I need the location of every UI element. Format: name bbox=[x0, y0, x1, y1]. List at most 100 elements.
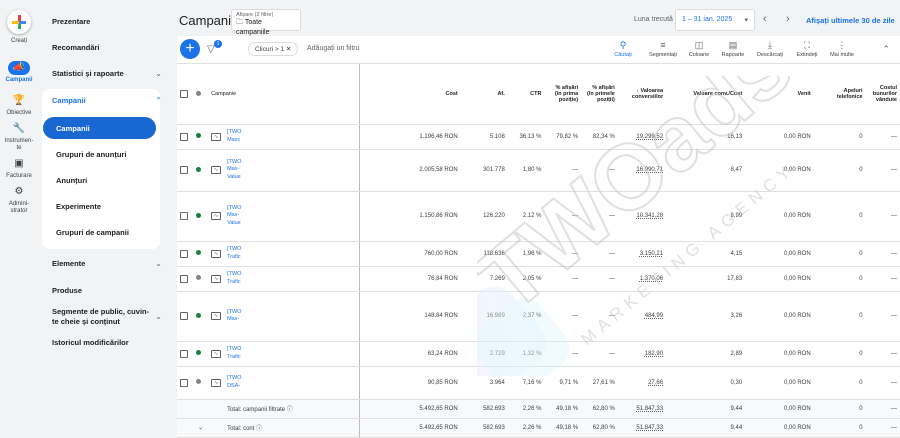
rail-item-tools[interactable]: 🔧 Instrumen- te bbox=[0, 122, 38, 152]
total-top-impr: 49,18 % bbox=[544, 399, 582, 419]
nav-item-overview[interactable]: Prezentare bbox=[52, 17, 162, 26]
nav-item-insights[interactable]: Statistici și rapoarte ⌄ bbox=[52, 69, 162, 78]
cell-conv-value-cost: 8,99 bbox=[666, 191, 746, 242]
cell-conv-value[interactable]: 16.990,71 bbox=[617, 149, 667, 192]
rail-item-billing[interactable]: ▣ Facturare bbox=[0, 157, 38, 180]
more-tool[interactable]: ⋮ Mai multe bbox=[822, 40, 862, 58]
sub-item-experiments[interactable]: Experimente bbox=[56, 202, 101, 211]
search-icon: ⚲ bbox=[619, 40, 627, 50]
cell-conv-value[interactable]: 1.370,06 bbox=[617, 266, 667, 292]
collapse-icon[interactable]: ⌃ bbox=[882, 44, 890, 55]
row-checkbox[interactable] bbox=[180, 378, 188, 387]
sub-item-ad-groups[interactable]: Grupuri de anunțuri bbox=[56, 150, 126, 159]
help-icon[interactable]: ⓘ bbox=[256, 426, 262, 432]
search-tool[interactable]: ⚲ Căutați bbox=[603, 40, 643, 58]
add-filter-input[interactable]: Adăugați un filtru bbox=[307, 45, 360, 52]
nav-item-campaigns-group[interactable]: Campanii ⌃ bbox=[52, 96, 162, 105]
col-abs-top-impr[interactable]: % afișări (în primele poziții) bbox=[581, 64, 618, 125]
credit-card-icon: ▣ bbox=[14, 158, 24, 169]
campaign-name-link[interactable]: [TWO DSA- bbox=[227, 375, 356, 389]
col-ctr[interactable]: CTR bbox=[507, 64, 545, 125]
rail-item-admin[interactable]: ⚙ Admini- strator bbox=[0, 185, 38, 215]
prev-period-icon[interactable]: ‹ bbox=[763, 13, 767, 25]
campaign-name-link[interactable]: [TWO Trafic bbox=[227, 346, 356, 360]
cell-conv-value[interactable]: 10.341,28 bbox=[617, 191, 667, 242]
row-checkbox[interactable] bbox=[180, 312, 188, 320]
table-row[interactable]: ∿ [TWO Trafic 760,00 RON 118.636 1,96 % — —3.1… bbox=[177, 241, 900, 267]
table-row[interactable]: ∿ [TWO Trafic 76,84 RON 7.269 2,05 % — —1.370,… bbox=[177, 266, 900, 292]
row-checkbox[interactable] bbox=[180, 212, 188, 220]
table-row[interactable]: ∿ [TWO DSA- 90,85 RON 3.964 7,16 % 9,71 % 27,6… bbox=[177, 366, 900, 400]
row-checkbox[interactable] bbox=[180, 166, 188, 174]
nav-item-audiences[interactable]: Segmente de public, cuvin- te cheie și c… bbox=[52, 307, 162, 327]
rail-item-goals[interactable]: 🏆 Obiective bbox=[0, 94, 38, 117]
campaign-name-link[interactable]: [TWO Max- Value bbox=[227, 205, 356, 226]
nav-item-assets[interactable]: Elemente ⌄ bbox=[52, 259, 162, 268]
campaign-name-link[interactable]: [TWO Maxc bbox=[227, 129, 356, 143]
col-phone-calls[interactable]: Apeluri telefonice bbox=[813, 64, 866, 125]
main-content: Campanii Afișare (2 filtre) 🗀 Toate camp… bbox=[172, 0, 900, 438]
cell-conv-value[interactable]: 3.150,21 bbox=[617, 241, 667, 267]
campaign-name-link[interactable]: [TWO Max- Value bbox=[227, 159, 356, 180]
show-last-30-days-link[interactable]: Afișați ultimele 30 de zile bbox=[806, 16, 895, 25]
table-row[interactable]: ∿ [TWO Max- Value 2.005,58 RON 301.778 1,80 … bbox=[177, 149, 900, 192]
expand-tool[interactable]: ⛶ Extindeți bbox=[787, 40, 827, 58]
next-period-icon[interactable]: › bbox=[786, 13, 790, 25]
col-impressions[interactable]: Af. bbox=[460, 64, 508, 125]
col-revenue[interactable]: Venit bbox=[745, 64, 814, 125]
sub-item-ads[interactable]: Anunțuri bbox=[56, 176, 87, 185]
col-cost[interactable]: Cost bbox=[359, 64, 461, 125]
sub-item-campaign-groups[interactable]: Grupuri de campanii bbox=[56, 228, 129, 237]
table-row[interactable]: ∿ [TWO Max- 148,84 RON 16.989 2,37 % — —484,99… bbox=[177, 291, 900, 342]
cell-conv-value[interactable]: 19.299,52 bbox=[617, 124, 667, 150]
cell-revenue: 0,00 RON bbox=[745, 149, 814, 192]
date-range-picker[interactable]: 1 – 31 ian. 2025 ▾ bbox=[675, 9, 755, 31]
add-campaign-button[interactable]: + bbox=[180, 39, 200, 59]
row-checkbox[interactable] bbox=[180, 132, 188, 141]
campaign-type-icon: ∿ bbox=[211, 166, 222, 174]
cell-impressions: 16.989 bbox=[460, 291, 508, 342]
status-dot-icon bbox=[195, 379, 201, 385]
cell-cogs: — bbox=[865, 149, 900, 192]
table-row[interactable]: ∿ [TWO Trafic 63,24 RON 2.729 1,32 % — —182,90… bbox=[177, 341, 900, 367]
nav-item-change-history[interactable]: Istoricul modificărilor bbox=[52, 338, 162, 347]
cell-conv-value[interactable]: 182,90 bbox=[617, 341, 667, 367]
cell-conv-value[interactable]: 484,99 bbox=[617, 291, 667, 342]
campaign-name-link[interactable]: [TWO Max- bbox=[227, 309, 356, 323]
nav-item-recommendations[interactable]: Recomandări bbox=[52, 43, 162, 52]
cell-revenue: 0,00 RON bbox=[745, 124, 814, 150]
close-icon[interactable]: ✕ bbox=[286, 46, 291, 53]
col-cogs[interactable]: Costul bunurilor vândute bbox=[865, 64, 900, 125]
campaign-name-link[interactable]: [TWO Trafic bbox=[227, 246, 356, 260]
cell-top-impr: — bbox=[544, 341, 582, 367]
table-row[interactable]: ∿ [TWO Maxc 1.196,46 RON 5.108 36,13 % 79,82 … bbox=[177, 124, 900, 150]
download-tool[interactable]: ⤓ Descărcați bbox=[750, 40, 790, 58]
expand-totals-icon[interactable]: ⌄ bbox=[198, 425, 203, 431]
col-conv-value-cost[interactable]: Valoare conv./Cost bbox=[666, 64, 746, 125]
segment-icon: ≡ bbox=[660, 40, 666, 50]
cell-cost: 1.196,46 RON bbox=[359, 124, 461, 150]
filter-icon[interactable]: ▽ 1 bbox=[207, 40, 222, 55]
col-top-impr[interactable]: % afișări (în prima poziție) bbox=[544, 64, 582, 125]
campaign-name-link[interactable]: [TWO Trafic bbox=[227, 271, 356, 285]
cell-conv-value[interactable]: 27,66 bbox=[617, 366, 667, 400]
table-row[interactable]: ∿ [TWO Max- Value 1.150,86 RON 126.220 2,12 … bbox=[177, 191, 900, 242]
row-checkbox[interactable] bbox=[180, 349, 188, 358]
cell-phone-calls: 0 bbox=[813, 341, 866, 367]
nav-item-products[interactable]: Produse bbox=[52, 286, 162, 295]
rail-item-campaigns[interactable]: 📣 Campanii bbox=[0, 61, 38, 84]
col-campaign[interactable]: Campanie bbox=[208, 64, 360, 125]
row-checkbox[interactable] bbox=[180, 274, 188, 283]
campaign-view-filter[interactable]: Afișare (2 filtre) 🗀 Toate campaniile bbox=[231, 9, 301, 36]
col-conv-value[interactable]: ↓ Valoarea conversiilor bbox=[617, 64, 667, 125]
rail-create-label: Creați bbox=[10, 38, 27, 44]
select-all-checkbox[interactable] bbox=[180, 89, 188, 98]
sub-item-campaigns[interactable]: Campanii bbox=[56, 124, 90, 133]
cell-abs-top-impr: 27,61 % bbox=[581, 366, 618, 400]
row-checkbox[interactable] bbox=[180, 249, 188, 258]
reports-tool[interactable]: ▤ Rapoarte bbox=[713, 40, 753, 58]
segment-tool[interactable]: ≡ Segmentați bbox=[643, 40, 683, 58]
create-button[interactable] bbox=[7, 10, 31, 34]
filter-chip[interactable]: Clicuri > 1 ✕ bbox=[248, 42, 299, 56]
help-icon[interactable]: ⓘ bbox=[287, 407, 293, 413]
